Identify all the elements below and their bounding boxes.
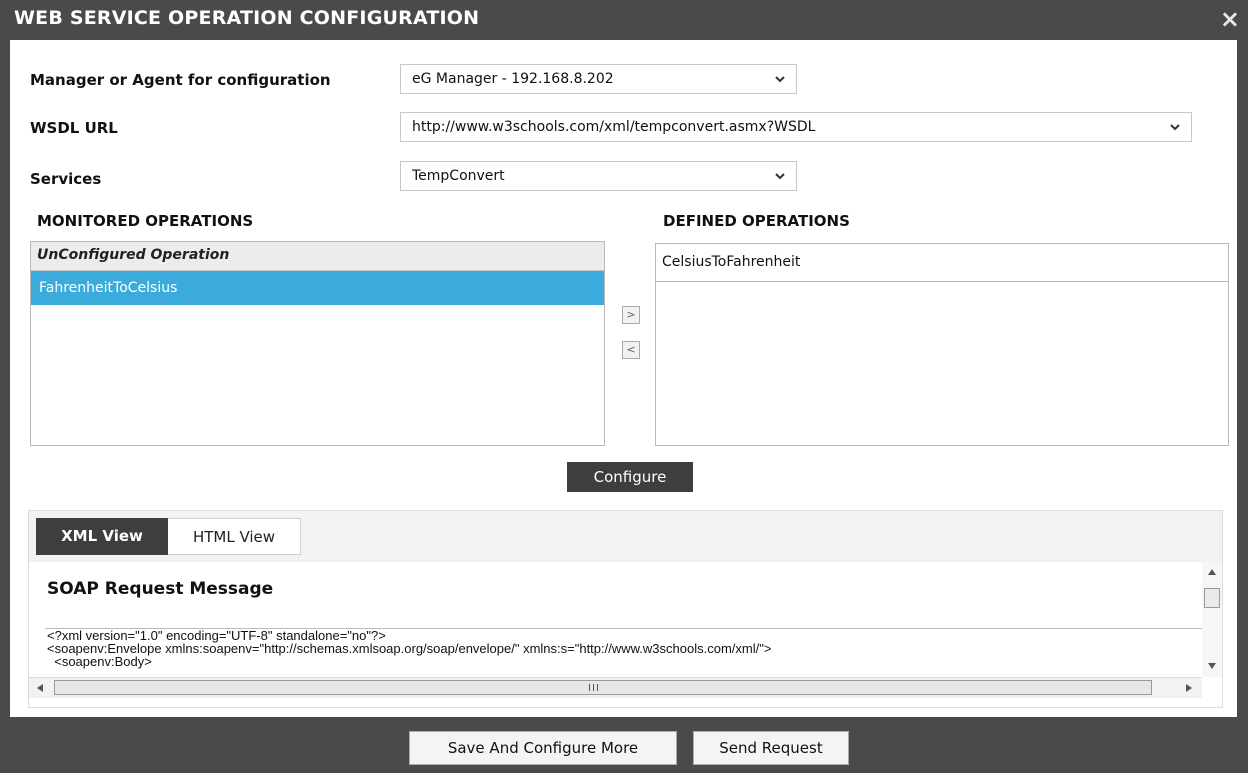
save-and-configure-more-button[interactable]: Save And Configure More [409,731,677,765]
chevron-down-icon [1170,124,1180,131]
move-left-button[interactable]: < [622,341,640,359]
wsdl-select-value: http://www.w3schools.com/xml/tempconvert… [412,119,816,135]
dialog-footer: Save And Configure More Send Request [0,717,1248,773]
vertical-scroll-thumb[interactable] [1204,588,1220,608]
list-group-header: UnConfigured Operation [31,242,604,271]
dialog-title: WEB SERVICE OPERATION CONFIGURATION [14,7,480,29]
scroll-up-icon[interactable] [1208,569,1216,575]
tab-bar: XML View HTML View [29,511,1222,562]
dialog-titlebar: WEB SERVICE OPERATION CONFIGURATION × [0,0,1248,40]
wsdl-select[interactable]: http://www.w3schools.com/xml/tempconvert… [400,112,1192,142]
list-item[interactable]: CelsiusToFahrenheit [656,244,1228,282]
dialog-body: Manager or Agent for configuration eG Ma… [10,40,1237,717]
manager-label: Manager or Agent for configuration [30,71,331,89]
soap-request-code[interactable]: <?xml version="1.0" encoding="UTF-8" sta… [45,628,1203,673]
move-right-button[interactable]: > [622,306,640,324]
wsdl-label: WSDL URL [30,119,118,137]
monitored-operations-list: UnConfigured Operation FahrenheitToCelsi… [30,241,605,446]
configure-button[interactable]: Configure [567,462,693,492]
monitored-operations-heading: MONITORED OPERATIONS [37,212,254,230]
horizontal-scroll-thumb[interactable] [54,680,1152,695]
horizontal-scrollbar[interactable] [29,677,1202,698]
soap-request-title: SOAP Request Message [47,579,274,599]
manager-select[interactable]: eG Manager - 192.168.8.202 [400,64,797,94]
request-viewer: XML View HTML View SOAP Request Message … [28,510,1223,708]
chevron-down-icon [775,76,785,83]
services-select[interactable]: TempConvert [400,161,797,191]
close-icon[interactable]: × [1220,5,1240,33]
services-select-value: TempConvert [412,168,505,184]
defined-operations-heading: DEFINED OPERATIONS [663,212,850,230]
grip-icon [589,684,598,691]
code-line: <soapenv:Envelope xmlns:soapenv="http://… [47,641,772,656]
scroll-down-icon[interactable] [1208,663,1216,669]
scroll-left-icon[interactable] [37,684,43,692]
tab-html-view[interactable]: HTML View [168,518,301,555]
scroll-right-icon[interactable] [1186,684,1192,692]
defined-operations-list: CelsiusToFahrenheit [655,243,1229,446]
send-request-button[interactable]: Send Request [693,731,849,765]
code-line: <soapenv:Body> [47,654,152,669]
tab-xml-view[interactable]: XML View [36,518,168,555]
services-label: Services [30,170,102,188]
list-item[interactable]: FahrenheitToCelsius [31,271,604,305]
vertical-scrollbar[interactable] [1202,562,1222,677]
chevron-down-icon [775,173,785,180]
manager-select-value: eG Manager - 192.168.8.202 [412,71,614,87]
